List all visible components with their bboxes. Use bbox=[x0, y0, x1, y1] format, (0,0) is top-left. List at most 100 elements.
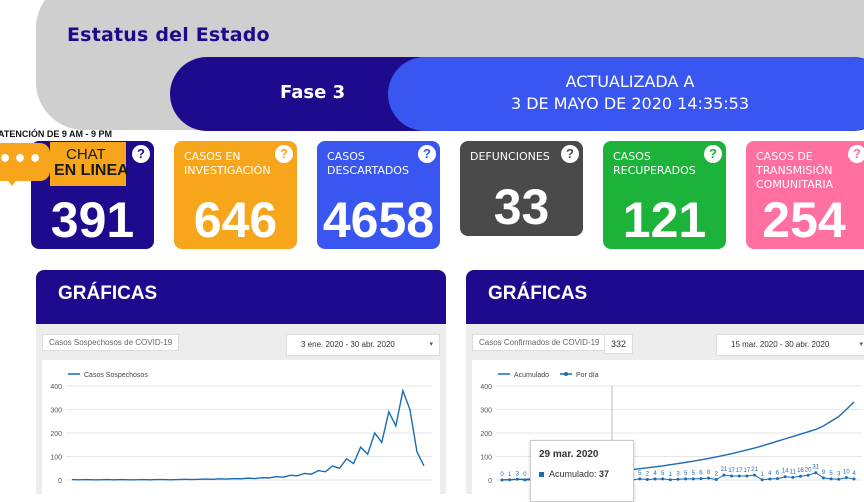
data-label: 20 bbox=[805, 467, 812, 473]
help-icon[interactable]: ? bbox=[275, 145, 293, 163]
data-label: 17 bbox=[736, 468, 743, 474]
tooltip-label: Acumulado: bbox=[549, 469, 597, 479]
graphs-header-label: GRÁFICAS bbox=[488, 283, 588, 304]
y-tick-label: 300 bbox=[480, 408, 492, 415]
graph-plot-1[interactable]: Casos Sospechosos 400 300 200 100 0 bbox=[42, 360, 440, 494]
data-point bbox=[500, 478, 504, 482]
help-icon[interactable]: ? bbox=[704, 145, 722, 163]
chevron-down-icon: ▾ bbox=[429, 341, 433, 348]
chat-bubble-tail bbox=[6, 178, 18, 186]
card-value: 391 bbox=[50, 192, 135, 248]
data-label: 2 bbox=[646, 472, 650, 478]
data-point bbox=[814, 471, 818, 475]
data-label: 5 bbox=[638, 471, 642, 477]
chat-label-online[interactable]: EN LINEA bbox=[54, 162, 129, 180]
tooltip-number: 37 bbox=[599, 469, 610, 479]
data-label: 21 bbox=[721, 467, 728, 473]
tooltip-value: Acumulado: 37 bbox=[539, 469, 609, 479]
chart-sospechosos: Casos Sospechosos 400 300 200 100 0 bbox=[50, 372, 432, 485]
data-label: 10 bbox=[843, 470, 850, 476]
ellipsis-icon: ••• bbox=[0, 147, 44, 172]
help-icon[interactable]: ? bbox=[132, 145, 150, 163]
help-icon[interactable]: ? bbox=[561, 145, 579, 163]
data-point bbox=[737, 474, 741, 478]
data-point bbox=[775, 477, 779, 481]
help-icon[interactable]: ? bbox=[848, 145, 864, 163]
data-point bbox=[661, 477, 665, 481]
graph-panel-2: Casos Confirmados de COVID-19 332 15 mar… bbox=[466, 324, 864, 494]
data-point bbox=[783, 475, 787, 479]
data-point bbox=[508, 478, 512, 482]
data-point bbox=[699, 477, 703, 481]
data-label: 6 bbox=[776, 471, 780, 477]
y-tick-label: 200 bbox=[480, 431, 492, 438]
graph-title: Casos Sospechosos de COVID-19 bbox=[42, 334, 180, 351]
data-point bbox=[791, 475, 795, 479]
card-label: CASOS EN INVESTIGACIÓN bbox=[184, 150, 271, 177]
data-label: 31 bbox=[812, 465, 819, 471]
data-point bbox=[829, 477, 833, 481]
legend-label: Acumulado bbox=[514, 372, 549, 379]
data-label: 9 bbox=[822, 470, 826, 476]
data-point bbox=[653, 477, 657, 481]
card-value: 646 bbox=[193, 192, 278, 248]
data-label: 11 bbox=[790, 469, 797, 475]
date-range-value: 15 mar. 2020 - 30 abr. 2020 bbox=[731, 340, 830, 349]
data-label: 3 bbox=[516, 471, 520, 477]
data-point bbox=[798, 474, 802, 478]
data-label: 17 bbox=[728, 468, 735, 474]
y-tick-label: 400 bbox=[50, 384, 62, 391]
graphs-header-2: GRÁFICAS bbox=[466, 270, 864, 324]
data-label: 2 bbox=[715, 472, 719, 478]
data-label: 5 bbox=[829, 471, 833, 477]
series-marker-icon bbox=[539, 472, 544, 478]
data-point bbox=[760, 478, 764, 482]
total-count: 332 bbox=[604, 334, 634, 354]
updated-timestamp: 3 DE MAYO DE 2020 14:35:53 bbox=[510, 94, 750, 113]
card-value: 4658 bbox=[322, 192, 435, 248]
graph-panel-1: Casos Sospechosos de COVID-19 3 ene. 202… bbox=[36, 324, 446, 494]
data-label: 8 bbox=[707, 470, 711, 476]
chevron-down-icon: ▾ bbox=[859, 341, 863, 348]
card-transmision: CASOS DE TRANSMISIÓN COMUNITARIA ? 254 bbox=[746, 141, 864, 249]
card-value: 33 bbox=[493, 179, 550, 235]
date-range-value: 3 ene. 2020 - 30 abr. 2020 bbox=[301, 340, 395, 349]
date-range-select[interactable]: 15 mar. 2020 - 30 abr. 2020 ▾ bbox=[716, 334, 864, 356]
y-tick-label: 300 bbox=[50, 408, 62, 415]
data-label: 21 bbox=[751, 467, 758, 473]
y-tick-label: 0 bbox=[58, 478, 62, 485]
chart-tooltip: 29 mar. 2020 Acumulado: 37 bbox=[530, 440, 634, 502]
data-point bbox=[638, 477, 642, 481]
card-value: 121 bbox=[622, 192, 707, 248]
legend-label: Casos Sospechosos bbox=[84, 372, 148, 379]
data-point bbox=[676, 477, 680, 481]
data-point bbox=[745, 474, 749, 478]
data-point bbox=[730, 474, 734, 478]
y-tick-label: 0 bbox=[488, 478, 492, 485]
updated-label: ACTUALIZADA A bbox=[565, 72, 695, 91]
y-tick-label: 100 bbox=[480, 455, 492, 462]
graphs-header-label: GRÁFICAS bbox=[58, 283, 158, 304]
chat-hours: ATENCIÓN DE 9 AM - 9 PM bbox=[0, 129, 113, 139]
legend-marker bbox=[564, 372, 568, 376]
date-range-select[interactable]: 3 ene. 2020 - 30 abr. 2020 ▾ bbox=[286, 334, 440, 356]
card-investigacion: CASOS EN INVESTIGACIÓN ? 646 bbox=[174, 141, 297, 249]
data-label: 4 bbox=[852, 471, 856, 477]
card-recuperados: CASOS RECUPERADOS ? 121 bbox=[603, 141, 726, 249]
tooltip-date: 29 mar. 2020 bbox=[539, 449, 599, 460]
chat-label[interactable]: CHAT bbox=[66, 146, 106, 163]
y-tick-label: 400 bbox=[480, 384, 492, 391]
data-label: 17 bbox=[744, 468, 751, 474]
data-point bbox=[844, 476, 848, 480]
y-tick-label: 100 bbox=[50, 455, 62, 462]
data-label: 14 bbox=[782, 469, 789, 475]
data-point bbox=[645, 478, 649, 482]
phase-label: Fase 3 bbox=[280, 82, 346, 103]
data-point bbox=[691, 477, 695, 481]
help-icon[interactable]: ? bbox=[418, 145, 436, 163]
data-label: 3 bbox=[676, 471, 680, 477]
data-label: 5 bbox=[661, 471, 665, 477]
chat-bubble-icon[interactable]: ••• bbox=[0, 143, 50, 181]
data-point bbox=[821, 476, 825, 480]
card-label: CASOS DE TRANSMISIÓN COMUNITARIA bbox=[756, 150, 834, 191]
